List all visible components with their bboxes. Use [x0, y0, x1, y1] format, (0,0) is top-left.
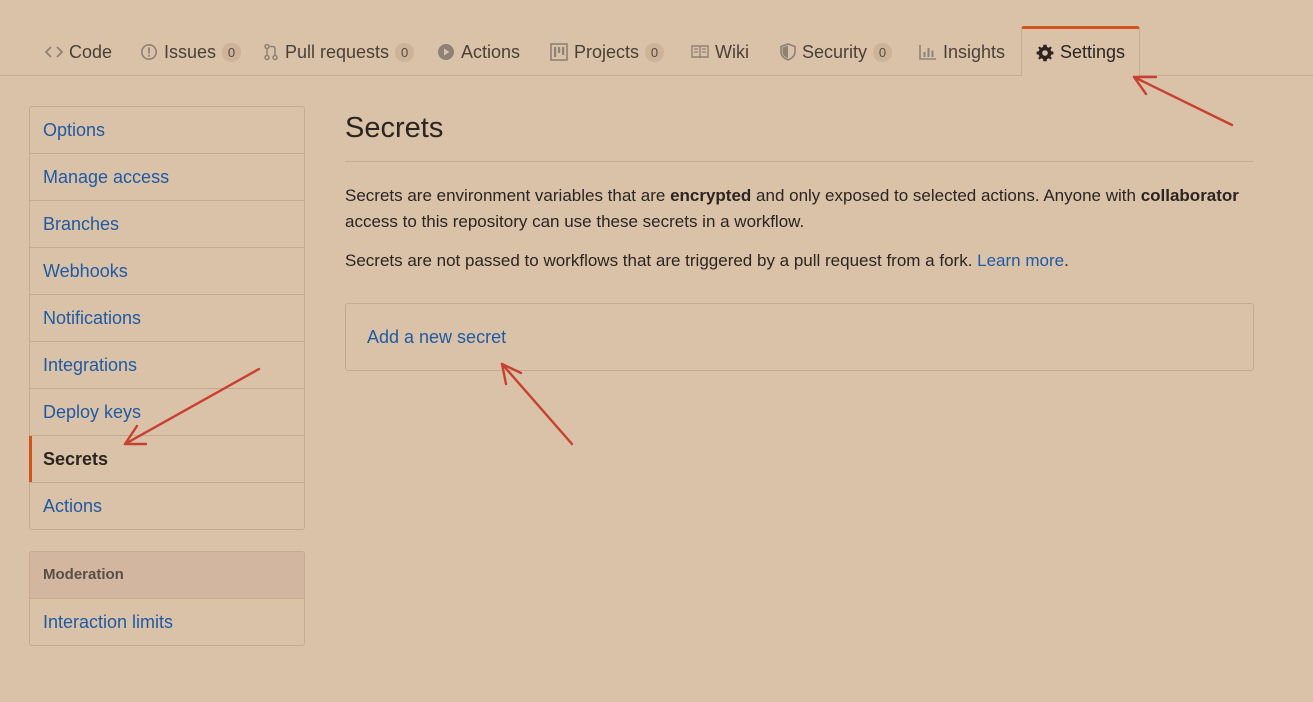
settings-page: Code Issues 0 Pull requests 0 Actions Pr… — [0, 0, 1313, 702]
arrow-to-settings-tab — [1132, 75, 1234, 127]
arrow-to-add-secret-link — [500, 362, 574, 446]
arrow-to-secrets-item — [123, 367, 261, 446]
annotation-arrows — [123, 75, 1234, 446]
